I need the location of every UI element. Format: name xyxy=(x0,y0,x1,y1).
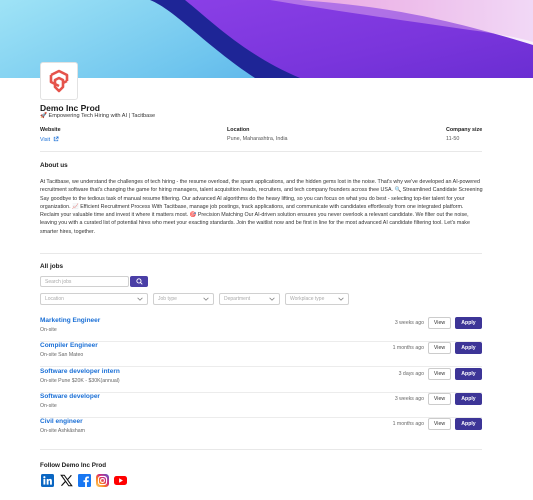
company-tagline: 🚀 Empowering Tech Hiring with AI | Tacit… xyxy=(40,113,156,119)
tacitbase-logo-icon xyxy=(49,69,69,93)
about-title: About us xyxy=(40,162,68,169)
divider xyxy=(40,366,482,367)
job-posted-date: 3 weeks ago xyxy=(394,396,424,402)
location-filter-label: Location xyxy=(45,296,64,302)
job-title-link[interactable]: Compiler Engineer xyxy=(40,342,98,349)
view-button[interactable]: View xyxy=(428,317,451,329)
external-link-icon xyxy=(53,136,59,142)
job-posted-date: 1 months ago xyxy=(392,345,424,351)
chevron-down-icon xyxy=(269,297,275,301)
chevron-down-icon xyxy=(338,297,344,301)
divider xyxy=(40,449,482,450)
divider xyxy=(40,253,482,254)
job-type-filter-label: Job type xyxy=(158,296,177,302)
company-name: Demo Inc Prod xyxy=(40,103,100,113)
company-logo xyxy=(40,62,78,100)
facebook-icon[interactable] xyxy=(78,474,91,487)
job-posted-date: 3 weeks ago xyxy=(394,320,424,326)
website-link-text[interactable]: Visit xyxy=(40,137,50,143)
search-icon xyxy=(135,278,143,285)
job-meta: On-site xyxy=(40,327,57,333)
apply-button[interactable]: Apply xyxy=(455,342,482,354)
youtube-icon[interactable] xyxy=(114,474,127,487)
linkedin-icon[interactable] xyxy=(41,474,54,487)
location-value: Pune, Maharashtra, India xyxy=(227,136,288,142)
job-title-link[interactable]: Software developer intern xyxy=(40,368,120,375)
apply-button[interactable]: Apply xyxy=(455,317,482,329)
x-icon[interactable] xyxy=(60,474,73,487)
view-button[interactable]: View xyxy=(428,393,451,405)
workplace-type-filter[interactable]: Workplace type xyxy=(285,293,349,305)
view-button[interactable]: View xyxy=(428,342,451,354)
job-row: Civil engineer On-site Ashkāsham 1 month… xyxy=(40,418,482,443)
job-posted-date: 1 months ago xyxy=(392,421,424,427)
apply-button[interactable]: Apply xyxy=(455,368,482,380)
apply-button[interactable]: Apply xyxy=(455,418,482,430)
department-filter[interactable]: Department xyxy=(219,293,280,305)
chevron-down-icon xyxy=(137,297,143,301)
job-title-link[interactable]: Software developer xyxy=(40,393,100,400)
job-type-filter[interactable]: Job type xyxy=(153,293,214,305)
about-text: At Tacitbase, we understand the challeng… xyxy=(40,179,483,235)
apply-button[interactable]: Apply xyxy=(455,393,482,405)
department-filter-label: Department xyxy=(224,296,251,302)
job-meta: On-site Ashkāsham xyxy=(40,428,85,434)
job-title-link[interactable]: Marketing Engineer xyxy=(40,317,100,324)
all-jobs-title: All jobs xyxy=(40,263,64,270)
chevron-down-icon xyxy=(203,297,209,301)
job-meta: On-site San Mateo xyxy=(40,352,84,358)
job-title-link[interactable]: Civil engineer xyxy=(40,418,83,425)
view-button[interactable]: View xyxy=(428,418,451,430)
search-input[interactable] xyxy=(40,276,129,287)
workplace-type-filter-label: Workplace type xyxy=(290,296,325,302)
job-row: Marketing Engineer On-site 3 weeks ago V… xyxy=(40,317,482,342)
website-link[interactable]: Visit xyxy=(40,136,59,143)
divider xyxy=(40,151,482,152)
follow-title: Follow Demo Inc Prod xyxy=(40,462,107,469)
website-label: Website xyxy=(40,127,61,133)
job-meta: On-site xyxy=(40,403,57,409)
cover-banner xyxy=(0,0,533,78)
job-meta: On-site Pune $20K - $30K(annual) xyxy=(40,378,120,384)
location-filter[interactable]: Location xyxy=(40,293,148,305)
job-row: Compiler Engineer On-site San Mateo 1 mo… xyxy=(40,342,482,367)
view-button[interactable]: View xyxy=(428,368,451,380)
banner-graphic xyxy=(0,0,533,78)
company-size-value: 11-50 xyxy=(446,136,460,142)
location-label: Location xyxy=(227,127,250,133)
job-row: Software developer intern On-site Pune $… xyxy=(40,368,482,393)
job-posted-date: 3 days ago xyxy=(398,371,424,377)
search-button[interactable] xyxy=(130,276,148,287)
instagram-icon[interactable] xyxy=(96,474,109,487)
company-size-label: Company size xyxy=(446,127,483,133)
job-row: Software developer On-site 3 weeks ago V… xyxy=(40,393,482,418)
